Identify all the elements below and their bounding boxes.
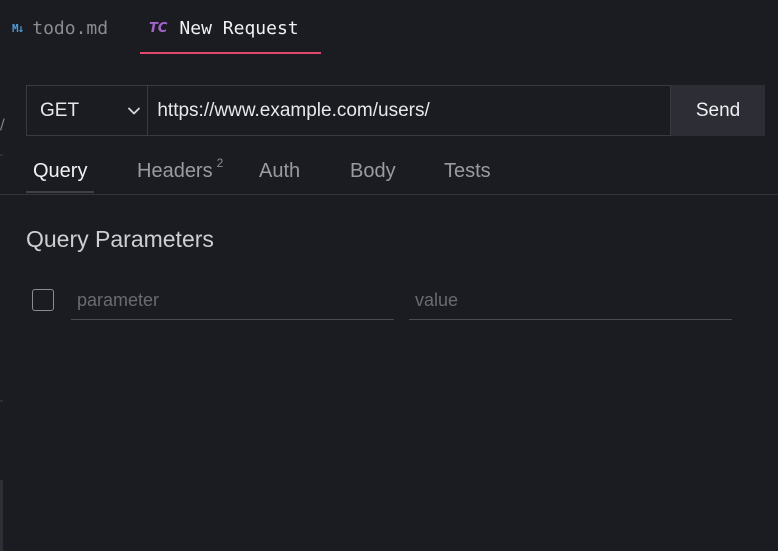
param-value-input[interactable] <box>409 282 732 320</box>
tab-query-label: Query <box>33 159 88 182</box>
tab-tests[interactable]: Tests <box>444 150 491 192</box>
tab-new-request[interactable]: TC New Request <box>140 0 321 56</box>
tab-todo-md[interactable]: M↓ todo.md <box>12 0 108 56</box>
tab-headers[interactable]: Headers 2 <box>137 150 223 192</box>
left-edge-divider <box>0 400 3 402</box>
method-value: GET <box>40 99 80 121</box>
headers-count-badge: 2 <box>216 156 224 170</box>
active-subtab-indicator <box>26 191 95 193</box>
editor-tab-bar: M↓ todo.md TC New Request <box>0 0 778 56</box>
query-parameters-title: Query Parameters <box>26 226 214 252</box>
tab-headers-label: Headers <box>137 159 213 182</box>
tab-label: New Request <box>179 17 299 39</box>
tab-label: todo.md <box>32 17 109 39</box>
tab-query[interactable]: Query <box>26 150 95 193</box>
markdown-icon: M↓ <box>12 21 24 35</box>
url-input[interactable] <box>147 85 672 136</box>
param-name-input[interactable] <box>71 282 394 320</box>
chevron-down-icon <box>128 107 141 114</box>
app-window: / M↓ todo.md TC New Request GET Send Que… <box>0 0 778 551</box>
active-tab-indicator <box>140 52 321 54</box>
tc-icon: TC <box>149 20 168 36</box>
request-sub-tabs: Query Headers 2 Auth Body Tests <box>0 150 778 195</box>
tab-tests-label: Tests <box>444 159 491 182</box>
left-edge-glyph: / <box>0 117 5 133</box>
tab-body-label: Body <box>350 159 396 182</box>
method-select[interactable]: GET <box>26 85 148 136</box>
left-edge-bar <box>0 480 3 551</box>
tab-auth[interactable]: Auth <box>259 150 300 192</box>
tab-body[interactable]: Body <box>350 150 396 192</box>
param-enabled-checkbox[interactable] <box>32 289 54 311</box>
tab-auth-label: Auth <box>259 159 301 182</box>
request-url-bar: GET Send <box>26 85 765 136</box>
send-button[interactable]: Send <box>671 85 765 136</box>
